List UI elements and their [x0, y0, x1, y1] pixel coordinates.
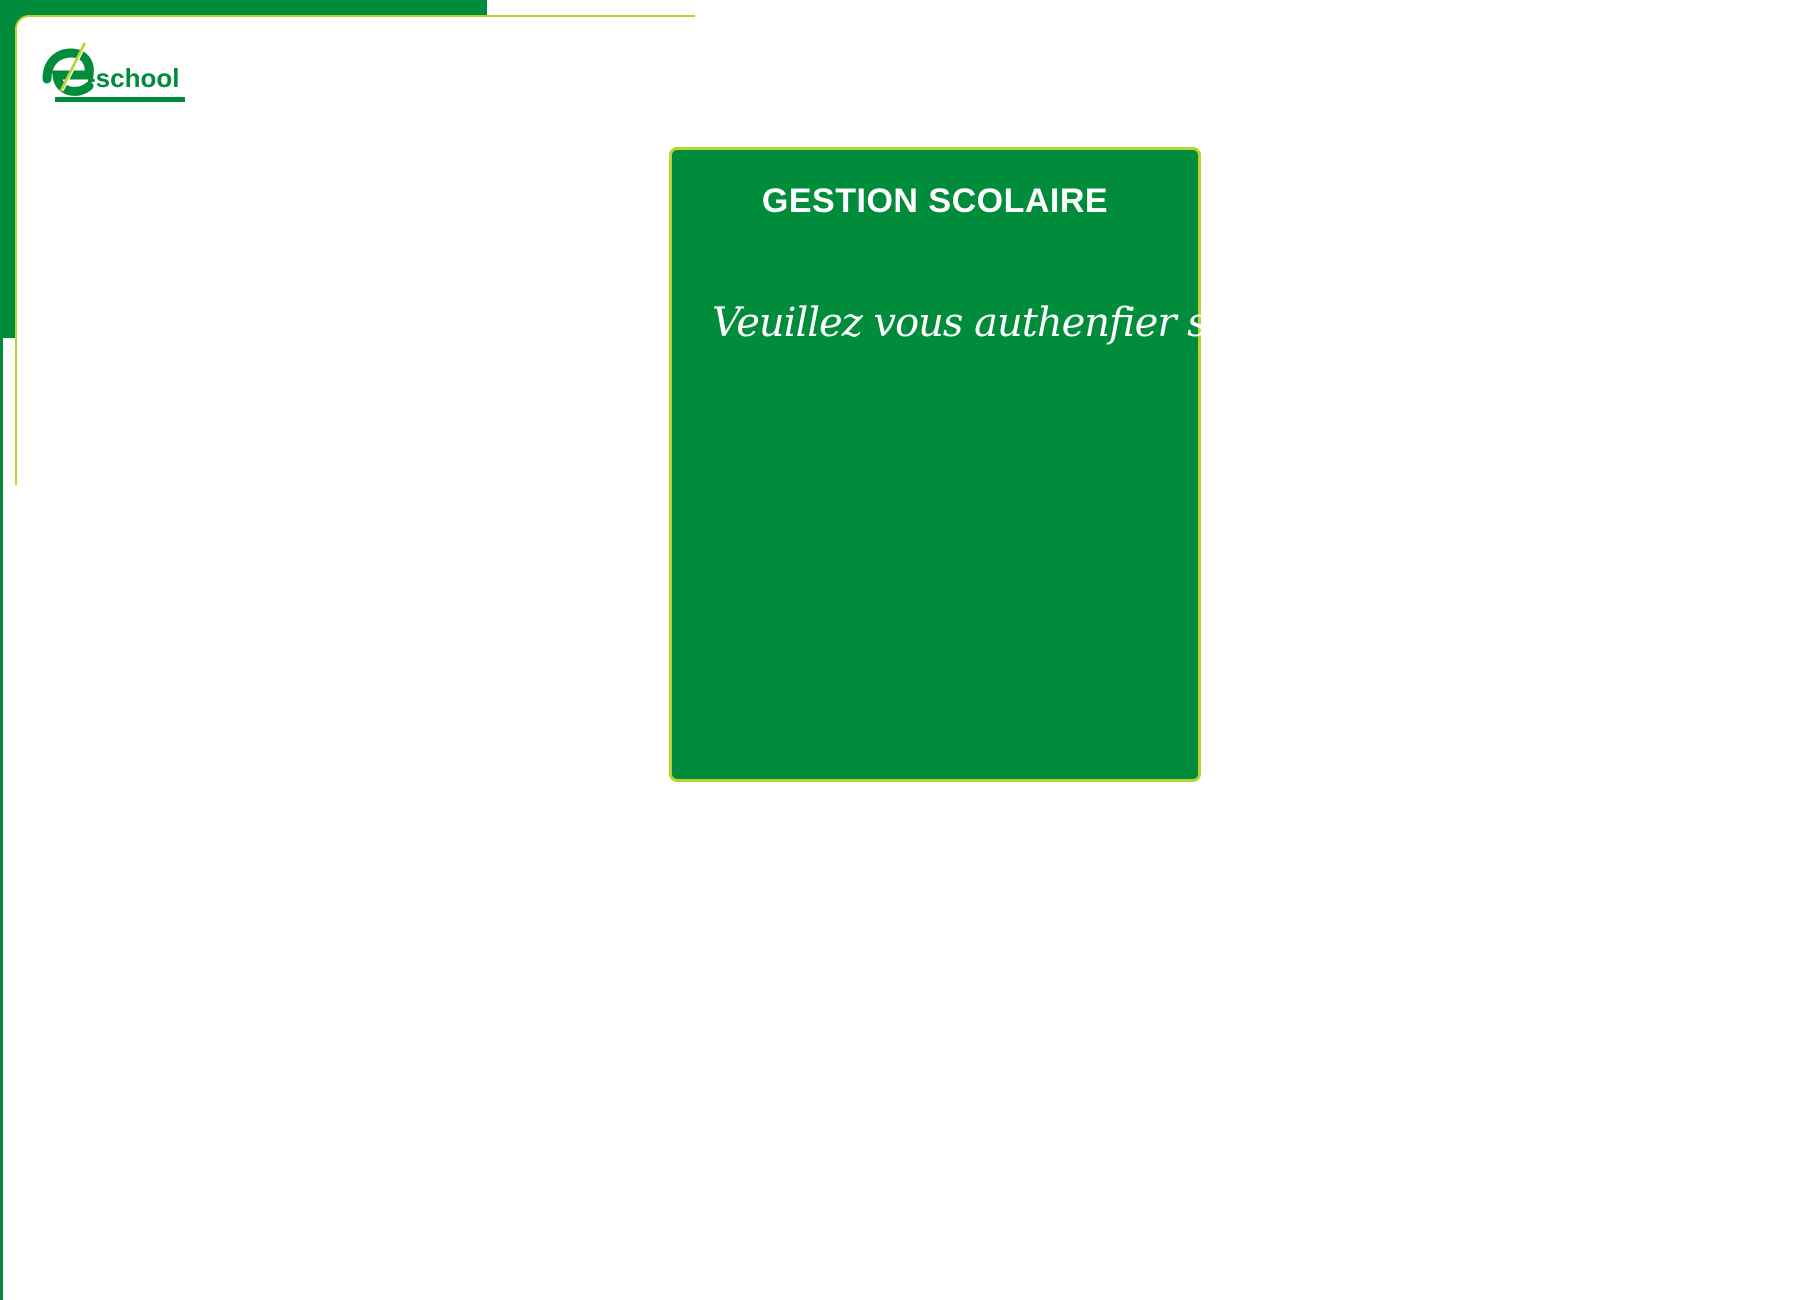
- logo-text: -school: [87, 63, 179, 93]
- login-card: GESTION SCOLAIRE Veuillez vous authenfie…: [669, 147, 1289, 782]
- e-letter-logo-icon: -school: [42, 42, 185, 102]
- e-school-logo[interactable]: -school: [41, 39, 191, 111]
- card-subtitle: Veuillez vous authenfier svp...: [712, 300, 1289, 346]
- header-panel: -school: [15, 15, 695, 485]
- page: -school GESTION SCOLAIRE Veuillez vous a…: [0, 0, 1820, 1300]
- left-green-strip: [0, 0, 3, 1300]
- card-title: GESTION SCOLAIRE: [761, 182, 1109, 220]
